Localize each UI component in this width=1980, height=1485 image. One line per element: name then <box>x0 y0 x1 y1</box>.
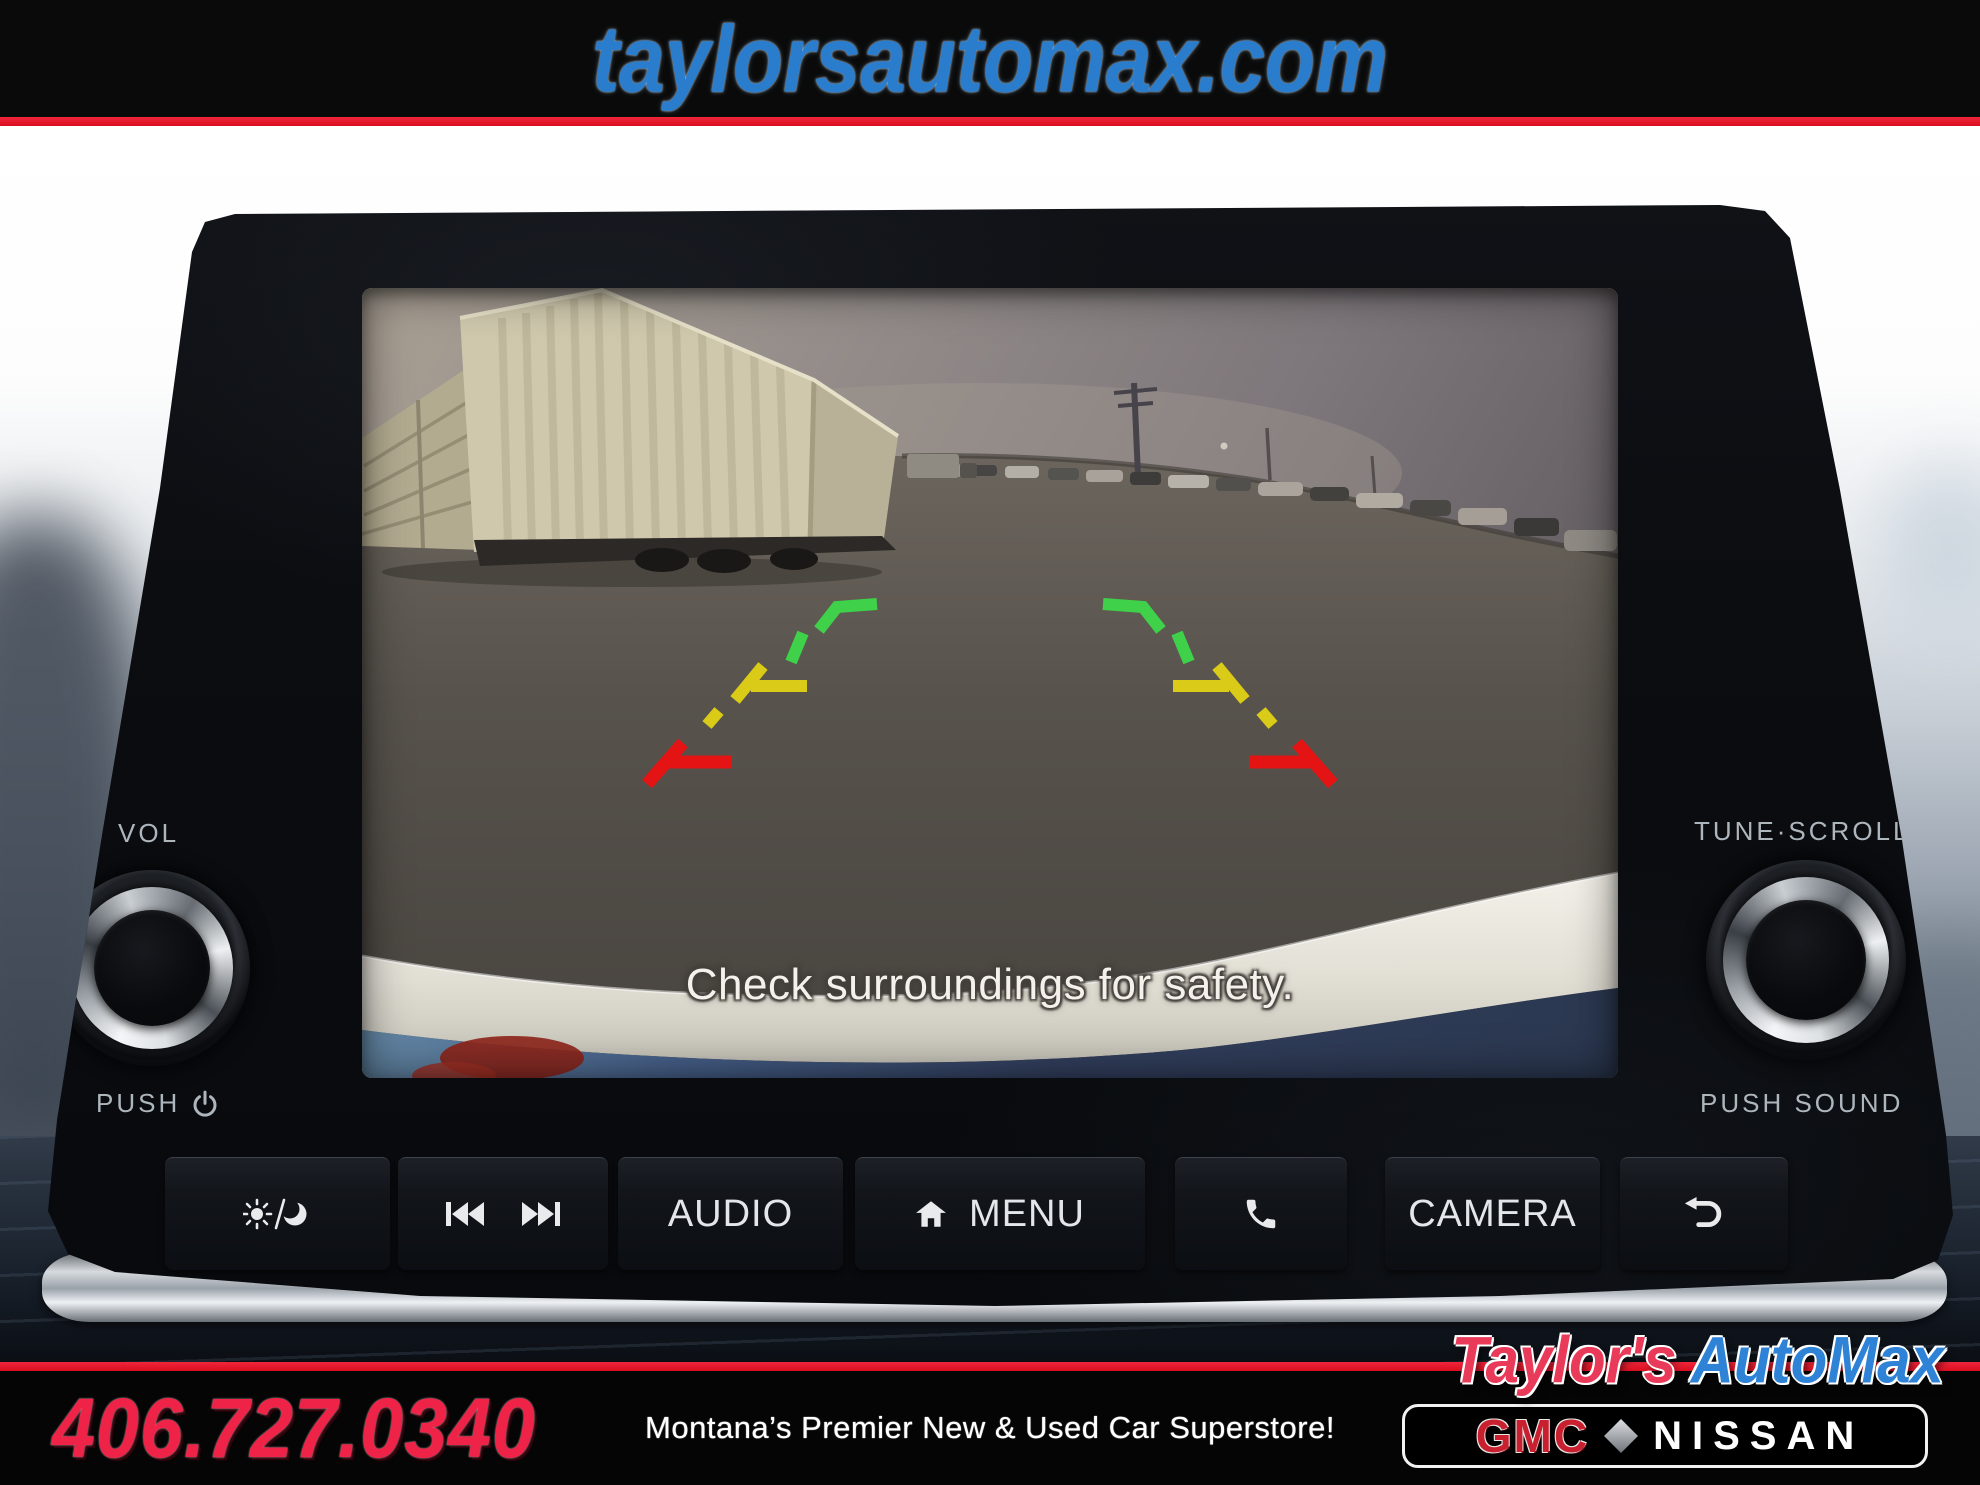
right-light-blur <box>1880 466 1980 636</box>
sound-push-label: PUSH SOUND <box>1700 1088 1903 1119</box>
dealer-phone-number[interactable]: 406.727.0340 <box>52 1371 536 1485</box>
dealer-logo-taylors: Taylor's <box>1451 1323 1676 1397</box>
skip-forward-icon <box>518 1199 564 1229</box>
dashboard-photo: Check surroundings for safety. VOL PUSH <box>0 126 1980 1362</box>
top-banner: taylorsautomax.com <box>0 0 1980 117</box>
phone-icon <box>1242 1195 1280 1233</box>
power-push-label: PUSH <box>96 1088 220 1119</box>
website-url[interactable]: taylorsautomax.com <box>592 3 1388 113</box>
skip-back-icon <box>442 1199 488 1229</box>
dealer-logo: Taylor'sAutoMax <box>1451 1322 1944 1398</box>
seek-button[interactable] <box>398 1157 608 1270</box>
tune-scroll-knob[interactable] <box>1706 860 1906 1060</box>
camera-button[interactable]: CAMERA <box>1385 1157 1600 1270</box>
home-icon <box>915 1200 947 1228</box>
camera-screen[interactable]: Check surroundings for safety. <box>362 288 1618 1078</box>
camera-button-label: CAMERA <box>1408 1193 1577 1236</box>
red-stripe-top <box>0 117 1980 126</box>
brand-badge: GMC NISSAN <box>1402 1404 1928 1468</box>
gmc-logo: GMC <box>1476 1409 1589 1463</box>
brightness-day-night-icon <box>243 1196 313 1232</box>
dealer-logo-automax: AutoMax <box>1691 1323 1944 1397</box>
power-icon <box>190 1089 220 1119</box>
audio-button-label: AUDIO <box>668 1193 793 1236</box>
nissan-logo: NISSAN <box>1653 1414 1864 1459</box>
menu-button-label: MENU <box>969 1193 1085 1236</box>
head-unit: Check surroundings for safety. VOL PUSH <box>0 126 1980 1362</box>
menu-button[interactable]: MENU <box>855 1157 1145 1270</box>
back-icon <box>1682 1197 1726 1231</box>
volume-knob-label: VOL <box>118 818 179 849</box>
page: taylorsautomax.com <box>0 0 1980 1485</box>
brightness-button[interactable] <box>165 1157 390 1270</box>
diamond-separator-icon <box>1604 1419 1638 1453</box>
tune-knob-label: TUNE·SCROLL <box>1694 816 1910 847</box>
screen-vignette <box>362 288 1618 1078</box>
phone-button[interactable] <box>1175 1157 1347 1270</box>
audio-button[interactable]: AUDIO <box>618 1157 843 1270</box>
dealer-tagline: Montana’s Premier New & Used Car Superst… <box>620 1371 1360 1485</box>
back-button[interactable] <box>1620 1157 1788 1270</box>
knob-cap <box>94 910 210 1026</box>
knob-cap <box>1746 900 1866 1020</box>
